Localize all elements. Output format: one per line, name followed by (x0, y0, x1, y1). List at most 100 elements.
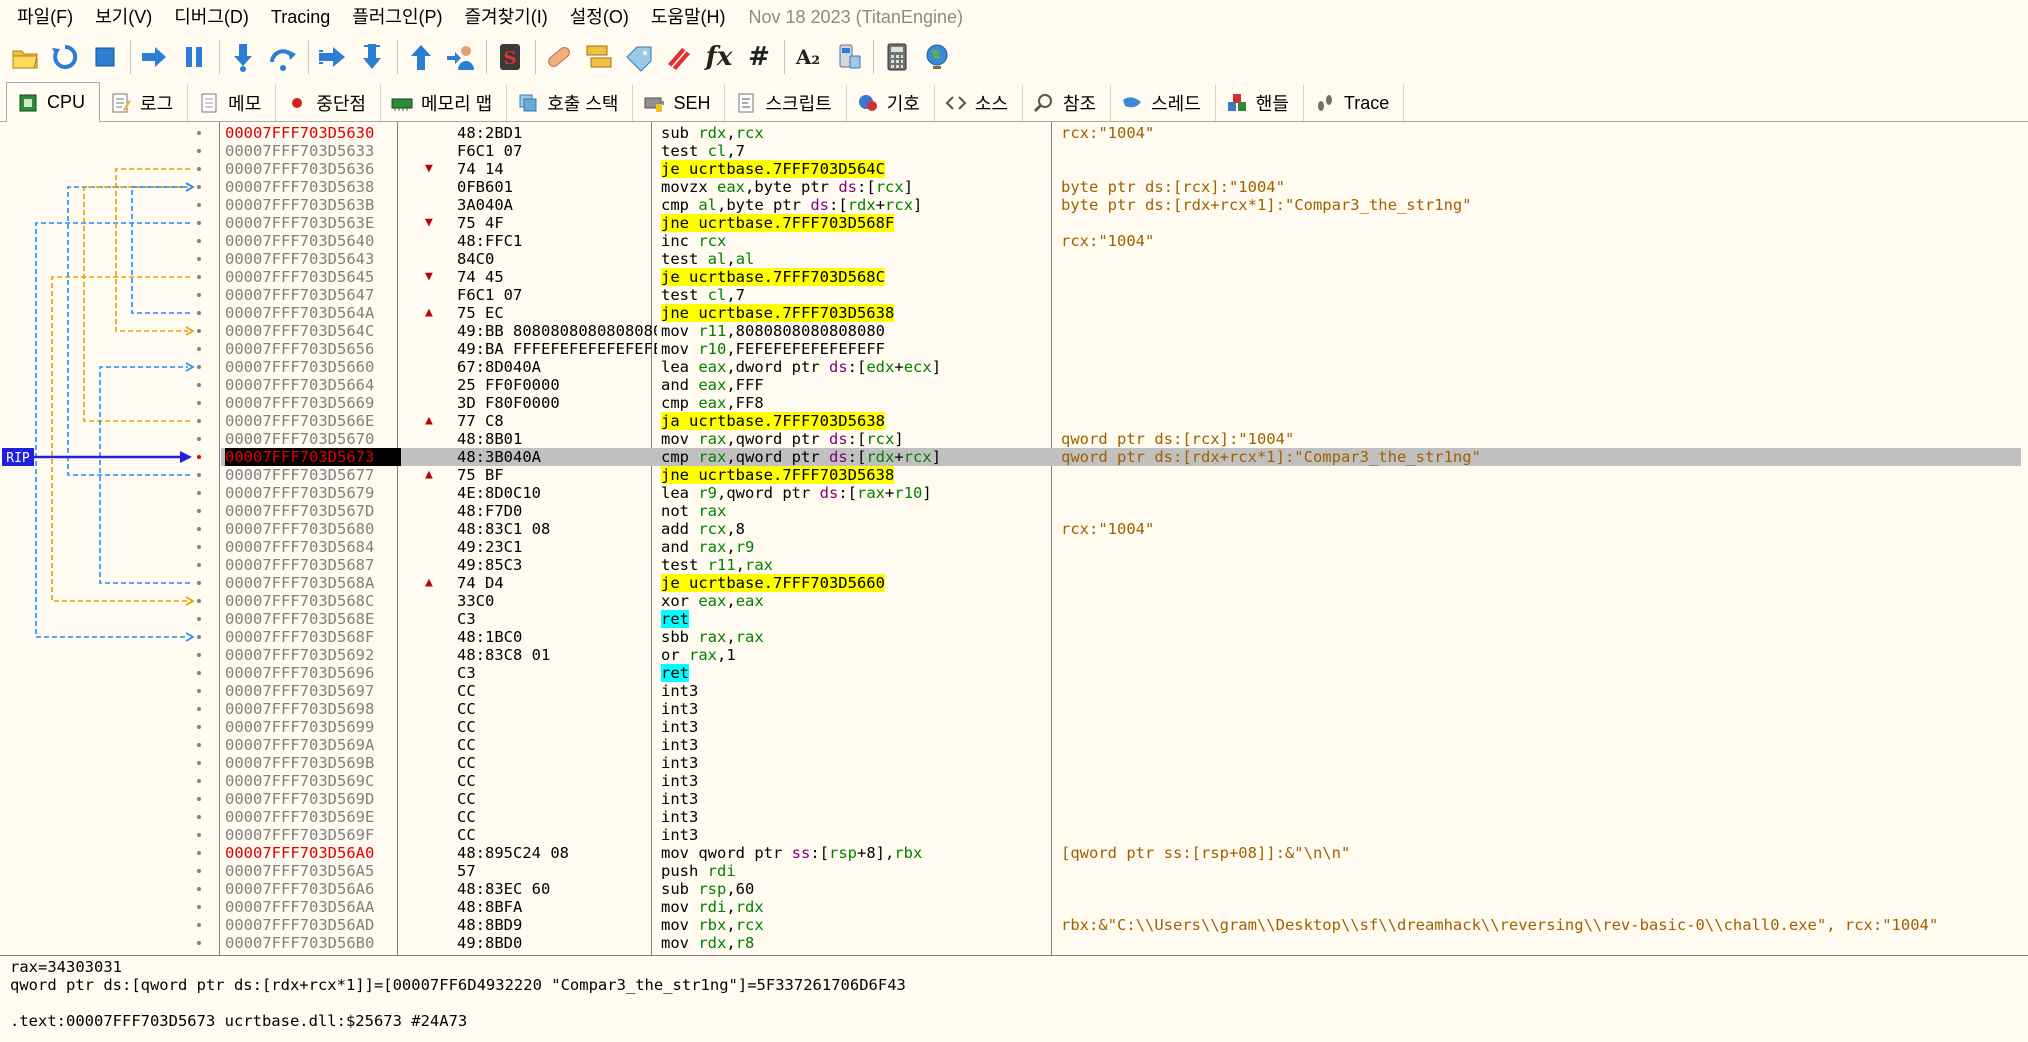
bookmarks-button[interactable] (660, 38, 698, 76)
instruction-row[interactable]: 00007FFF703D5638 0FB601 movzx eax,byte ptr… (221, 178, 2021, 196)
tab-trace[interactable]: Trace (1304, 85, 1405, 121)
trace-over-button[interactable] (353, 38, 391, 76)
restart-button[interactable] (46, 38, 84, 76)
instruction-row[interactable]: 00007FFF703D5656 49:BA FFFEFEFEFEFEFEFE mo… (221, 340, 2021, 358)
menu-favourites[interactable]: 즐겨찾기(I) (454, 0, 559, 34)
instruction-row[interactable]: 00007FFF703D56A5 57 push rdi (221, 862, 2021, 880)
row-dot (197, 491, 201, 495)
instruction-row[interactable]: 00007FFF703D569F CC int3 (221, 826, 2021, 844)
instruction-row[interactable]: 00007FFF703D5647 F6C1 07 test cl,7 (221, 286, 2021, 304)
font-button[interactable]: A₂ (789, 38, 827, 76)
instruction-row[interactable]: 00007FFF703D5696 C3 ret (221, 664, 2021, 682)
patch-button[interactable] (540, 38, 578, 76)
scylla-button[interactable]: S (491, 38, 529, 76)
tab-cpu[interactable]: CPU (6, 82, 101, 122)
instruction-row[interactable]: 00007FFF703D569E CC int3 (221, 808, 2021, 826)
menu-plugins[interactable]: 플러그인(P) (341, 0, 453, 34)
instruction-row[interactable]: 00007FFF703D569C CC int3 (221, 772, 2021, 790)
instruction-row[interactable]: 00007FFF703D569A CC int3 (221, 736, 2021, 754)
pause-button[interactable] (175, 38, 213, 76)
instruction-row[interactable]: 00007FFF703D5699 CC int3 (221, 718, 2021, 736)
menu-tracing[interactable]: Tracing (260, 0, 341, 34)
tab-label: 호출 스택 (547, 94, 619, 114)
instruction-row[interactable]: 00007FFF703D5669 3D F80F0000 cmp eax,FF8 (221, 394, 2021, 412)
instruction-row[interactable]: 00007FFF703D564C 49:BB 8080808080808080 mo… (221, 322, 2021, 340)
menu-help[interactable]: 도움말(H) (640, 0, 737, 34)
instruction-row[interactable]: 00007FFF703D5664 25 FF0F0000 and eax,FFF (221, 376, 2021, 394)
instruction-row[interactable]: 00007FFF703D5645 ▼ 74 45 je ucrtbase.7FFF70… (221, 268, 2021, 286)
instruction-row[interactable]: 00007FFF703D569D CC int3 (221, 790, 2021, 808)
instruction-row[interactable]: 00007FFF703D5687 49:85C3 test r11,rax (221, 556, 2021, 574)
execute-till-return-button[interactable] (402, 38, 440, 76)
globe-button[interactable] (918, 38, 956, 76)
svg-text:S: S (504, 48, 517, 69)
tab-script[interactable]: 스크립트 (725, 85, 847, 121)
instruction-row[interactable]: 00007FFF703D5684 49:23C1 and rax,r9 (221, 538, 2021, 556)
hash-button[interactable]: # (740, 38, 778, 76)
instruction-row[interactable]: 00007FFF703D56A0 48:895C24 08 mov qword pt… (221, 844, 2021, 862)
tab-threads[interactable]: 스레드 (1111, 85, 1216, 121)
instruction-row[interactable]: 00007FFF703D5692 48:83C8 01 or rax,1 (221, 646, 2021, 664)
instruction-row[interactable]: 00007FFF703D5660 67:8D040A lea eax,dword p… (221, 358, 2021, 376)
instruction-row[interactable]: 00007FFF703D5633 F6C1 07 test cl,7 (221, 142, 2021, 160)
instruction-row[interactable]: 00007FFF703D568E C3 ret (221, 610, 2021, 628)
row-dot (197, 527, 201, 531)
row-dot (197, 293, 201, 297)
menu-view[interactable]: 보기(V) (84, 0, 163, 34)
instruction-row[interactable]: 00007FFF703D56A6 48:83EC 60 sub rsp,60 (221, 880, 2021, 898)
instruction-row[interactable]: 00007FFF703D564A ▲ 75 EC jne ucrtbase.7FFF7… (221, 304, 2021, 322)
tab-log[interactable]: 로그 (100, 85, 189, 121)
instruction-row[interactable]: 00007FFF703D56AD 48:8BD9 mov rbx,rcx rbx:&"… (221, 916, 2021, 934)
instruction-row[interactable]: 00007FFF703D5677 ▲ 75 BF jne ucrtbase.7FFF7… (221, 466, 2021, 484)
tab-breakpoints[interactable]: 중단점 (276, 85, 381, 121)
instruction-row[interactable]: 00007FFF703D563B 3A040A cmp al,byte ptr ds… (221, 196, 2021, 214)
instruction-row[interactable]: 00007FFF703D568F 48:1BC0 sbb rax,rax (221, 628, 2021, 646)
tab-notes[interactable]: 메모 (188, 85, 277, 121)
functions-button[interactable]: fx (700, 38, 738, 76)
instruction-text: inc rcx (661, 232, 727, 250)
instruction-row[interactable]: 00007FFF703D568C 33C0 xor eax,eax (221, 592, 2021, 610)
calculator-button[interactable] (878, 38, 916, 76)
calculator-device-button[interactable] (829, 38, 867, 76)
menu-options[interactable]: 설정(O) (559, 0, 640, 34)
step-over-button[interactable] (264, 38, 302, 76)
instruction-text: mov rbx,rcx (661, 916, 764, 934)
run-button[interactable] (135, 38, 173, 76)
comments-button[interactable] (580, 38, 618, 76)
jump-arrow-gutter[interactable]: RIP (0, 122, 220, 956)
disassembly-view[interactable]: RIP 00007FFF703D5630 48:2BD1 sub rdx,rcx rc… (0, 122, 2028, 956)
open-button[interactable] (6, 38, 44, 76)
tab-call-stack[interactable]: 호출 스택 (507, 85, 634, 121)
instruction-row[interactable]: 00007FFF703D569B CC int3 (221, 754, 2021, 772)
tab-memory-map[interactable]: 메모리 맵 (381, 85, 508, 121)
instruction-row[interactable]: 00007FFF703D5679 4E:8D0C10 lea r9,qword pt… (221, 484, 2021, 502)
instruction-row[interactable]: 00007FFF703D5697 CC int3 (221, 682, 2021, 700)
instruction-row[interactable]: 00007FFF703D5643 84C0 test al,al (221, 250, 2021, 268)
instruction-row[interactable]: 00007FFF703D56B0 49:8BD0 mov rdx,r8 (221, 934, 2021, 952)
instruction-row[interactable]: 00007FFF703D5636 ▼ 74 14 je ucrtbase.7FFF70… (221, 160, 2021, 178)
menu-debug[interactable]: 디버그(D) (163, 0, 260, 34)
row-dot (197, 707, 201, 711)
instruction-row[interactable]: 00007FFF703D5630 48:2BD1 sub rdx,rcx rcx:"1… (221, 124, 2021, 142)
instruction-row[interactable]: 00007FFF703D5640 48:FFC1 inc rcx rcx:"1004" (221, 232, 2021, 250)
instruction-row[interactable]: 00007FFF703D563E ▼ 75 4F jne ucrtbase.7FFF7… (221, 214, 2021, 232)
instruction-row[interactable]: 00007FFF703D567D 48:F7D0 not rax (221, 502, 2021, 520)
tab-symbols[interactable]: 기호 (847, 85, 935, 121)
tab-seh[interactable]: SEH (633, 85, 726, 121)
tab-source[interactable]: 소스 (935, 85, 1023, 121)
instruction-row[interactable]: 00007FFF703D5680 48:83C1 08 add rcx,8 rcx:"… (221, 520, 2021, 538)
run-to-user-code-button[interactable] (442, 38, 480, 76)
tab-references[interactable]: 참조 (1023, 85, 1112, 121)
instruction-row[interactable]: 00007FFF703D566E ▲ 77 C8 ja ucrtbase.7FFF70… (221, 412, 2021, 430)
labels-button[interactable] (620, 38, 658, 76)
menu-file[interactable]: 파일(F) (6, 0, 84, 34)
instruction-row[interactable]: 00007FFF703D5698 CC int3 (221, 700, 2021, 718)
stop-button[interactable] (86, 38, 124, 76)
instruction-row[interactable]: 00007FFF703D5670 48:8B01 mov rax,qword ptr… (221, 430, 2021, 448)
trace-into-button[interactable] (313, 38, 351, 76)
tab-handles[interactable]: 핸들 (1216, 85, 1304, 121)
instruction-row[interactable]: 00007FFF703D568A ▲ 74 D4 je ucrtbase.7FFF70… (221, 574, 2021, 592)
instruction-row[interactable]: 00007FFF703D5673 48:3B040A cmp rax,qword p… (221, 448, 2021, 466)
step-into-button[interactable] (224, 38, 262, 76)
instruction-row[interactable]: 00007FFF703D56AA 48:8BFA mov rdi,rdx (221, 898, 2021, 916)
